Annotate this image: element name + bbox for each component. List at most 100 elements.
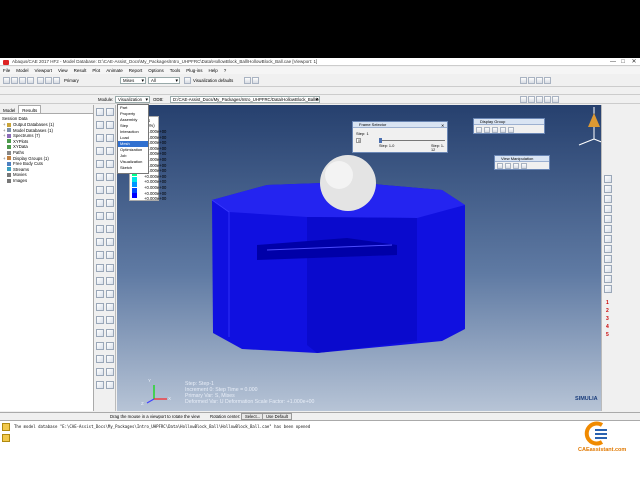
toolbox-tool-icon[interactable] <box>96 303 104 311</box>
colors-icon[interactable] <box>184 77 191 84</box>
right-toolbar-icon[interactable] <box>604 195 612 203</box>
view-back-icon[interactable] <box>528 77 535 84</box>
menu-viewport[interactable]: Viewport <box>32 67 55 74</box>
toolbox-tool-icon[interactable] <box>106 225 114 233</box>
toolbox-tool-icon[interactable] <box>96 238 104 246</box>
frame-slider-thumb[interactable] <box>379 138 382 143</box>
toolbox-tool-icon[interactable] <box>106 238 114 246</box>
toolbox-tool-icon[interactable] <box>106 290 114 298</box>
right-toolbar-icon[interactable] <box>604 185 612 193</box>
rotate-icon[interactable] <box>45 77 52 84</box>
toolbox-tool-icon[interactable] <box>96 108 104 116</box>
display-group-icon-5[interactable] <box>508 127 514 133</box>
menu-plugins[interactable]: Plug-ins <box>183 67 205 74</box>
right-toolbar-icon[interactable] <box>604 245 612 253</box>
toolbox-tool-icon[interactable] <box>96 277 104 285</box>
toolbox-tool-icon[interactable] <box>106 186 114 194</box>
frame-slider-track[interactable] <box>379 140 445 141</box>
right-toolbar-number[interactable]: 4 <box>606 324 609 330</box>
render-style-icon[interactable] <box>244 77 251 84</box>
toolbox-tool-icon[interactable] <box>96 355 104 363</box>
play-icon[interactable] <box>536 96 543 103</box>
view-fit-icon[interactable] <box>521 163 527 169</box>
view-top-icon[interactable] <box>544 77 551 84</box>
toolbox-tool-icon[interactable] <box>96 225 104 233</box>
toolbox-tool-icon[interactable] <box>96 368 104 376</box>
toolbox-tool-icon[interactable] <box>106 303 114 311</box>
toolbox-tool-icon[interactable] <box>106 134 114 142</box>
pan-icon[interactable] <box>37 77 44 84</box>
display-group-icon-1[interactable] <box>476 127 482 133</box>
field-combo[interactable]: All <box>148 77 180 84</box>
toolbox-tool-icon[interactable] <box>96 329 104 337</box>
module-dropdown-list[interactable]: Part Property Assembly Step Interaction Load M… <box>117 104 149 174</box>
toolbox-tool-icon[interactable] <box>106 381 114 389</box>
view-iso-icon[interactable] <box>536 77 543 84</box>
menu-result[interactable]: Result <box>71 67 90 74</box>
maximize-button[interactable]: □ <box>618 58 628 66</box>
toolbox-tool-icon[interactable] <box>106 277 114 285</box>
new-icon[interactable] <box>3 77 10 84</box>
right-toolbar-icon[interactable] <box>604 225 612 233</box>
menu-report[interactable]: Report <box>126 67 146 74</box>
menu-animate[interactable]: Animate <box>103 67 126 74</box>
toolbox-tool-icon[interactable] <box>106 160 114 168</box>
right-toolbar-icon[interactable] <box>604 215 612 223</box>
toolbox-tool-icon[interactable] <box>106 329 114 337</box>
toolbox-tool-icon[interactable] <box>96 342 104 350</box>
toolbox-tool-icon[interactable] <box>96 212 104 220</box>
menu-tools[interactable]: Tools <box>167 67 184 74</box>
toolbox-tool-icon[interactable] <box>96 316 104 324</box>
view-zoom-icon[interactable] <box>513 163 519 169</box>
first-frame-icon[interactable] <box>520 96 527 103</box>
toolbox-tool-icon[interactable] <box>106 342 114 350</box>
right-toolbar-number[interactable]: 5 <box>606 332 609 338</box>
tree-item[interactable]: Images <box>3 178 27 184</box>
toolbox-tool-icon[interactable] <box>106 121 114 129</box>
display-group-icon-2[interactable] <box>484 127 490 133</box>
menu-plot[interactable]: Plot <box>89 67 103 74</box>
frame-close-icon[interactable]: ✕ <box>441 123 444 128</box>
toolbox-tool-icon[interactable] <box>96 290 104 298</box>
right-toolbar-icon[interactable] <box>604 285 612 293</box>
menu-context-help[interactable]: ? <box>221 67 230 74</box>
menu-file[interactable]: File <box>0 67 13 74</box>
right-toolbar-icon[interactable] <box>604 175 612 183</box>
right-toolbar-icon[interactable] <box>604 265 612 273</box>
menu-view[interactable]: View <box>55 67 71 74</box>
toolbox-tool-icon[interactable] <box>106 173 114 181</box>
toolbox-tool-icon[interactable] <box>106 212 114 220</box>
toolbox-tool-icon[interactable] <box>96 121 104 129</box>
view-pan-icon[interactable] <box>497 163 503 169</box>
variable-combo[interactable]: Mises <box>120 77 146 84</box>
select-button[interactable]: Select... <box>241 413 265 420</box>
odb-combo[interactable]: D:/CAE-Assist_Docs/My_Packages/Intro_UHP… <box>170 96 320 103</box>
menu-options[interactable]: Options <box>145 67 167 74</box>
view-front-icon[interactable] <box>520 77 527 84</box>
module-option[interactable]: Sketch <box>118 165 148 171</box>
use-default-button[interactable]: Use Default <box>262 413 292 420</box>
frame-value-field[interactable]: 0 <box>356 138 361 143</box>
view-rotate-icon[interactable] <box>505 163 511 169</box>
toolbox-tool-icon[interactable] <box>96 264 104 272</box>
right-toolbar-icon[interactable] <box>604 255 612 263</box>
toolbox-tool-icon[interactable] <box>96 134 104 142</box>
visualization-defaults[interactable]: Visualization defaults <box>193 78 233 83</box>
toolbox-tool-icon[interactable] <box>106 147 114 155</box>
toolbox-tool-icon[interactable] <box>96 251 104 259</box>
module-combo[interactable]: Visualization <box>115 96 150 103</box>
tab-model[interactable]: Model <box>0 106 18 113</box>
command-tab-icon[interactable] <box>2 434 10 442</box>
menu-model[interactable]: Model <box>13 67 31 74</box>
display-group-icon-3[interactable] <box>492 127 498 133</box>
zoom-icon[interactable] <box>53 77 60 84</box>
right-toolbar-icon[interactable] <box>604 205 612 213</box>
tab-results[interactable]: Results <box>18 105 42 113</box>
toolbox-tool-icon[interactable] <box>106 199 114 207</box>
open-icon[interactable] <box>11 77 18 84</box>
prev-frame-icon[interactable] <box>528 96 535 103</box>
toolbox-tool-icon[interactable] <box>106 251 114 259</box>
toolbox-tool-icon[interactable] <box>106 316 114 324</box>
toolbox-tool-icon[interactable] <box>96 147 104 155</box>
right-toolbar-icon[interactable] <box>604 275 612 283</box>
